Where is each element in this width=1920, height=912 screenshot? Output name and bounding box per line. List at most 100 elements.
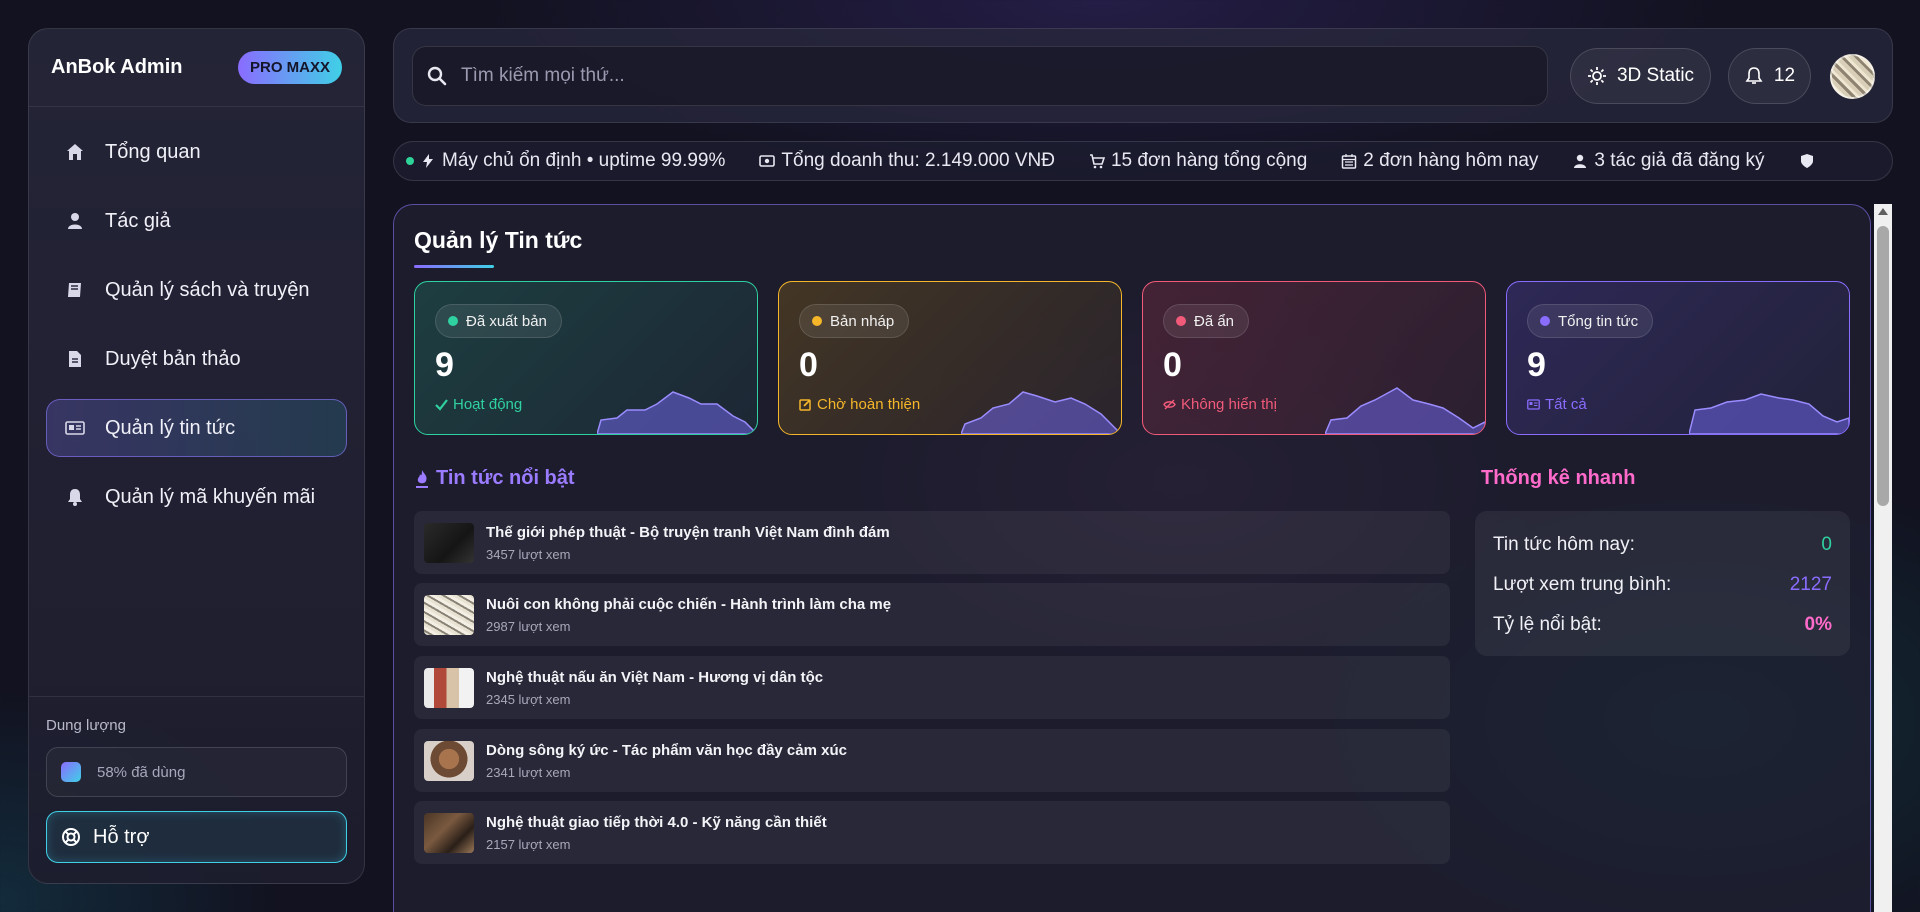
ticker-item: Tổng doanh thu: 2.149.000 VNĐ — [759, 150, 1055, 172]
ticker-item — [1799, 153, 1821, 169]
stat-label: Tổng tin tức — [1558, 312, 1639, 330]
ticker-item: Máy chủ ổn định • uptime 99.99% — [420, 150, 725, 172]
sidebar-item-label: Tổng quan — [105, 140, 201, 163]
stat-status-text: Không hiển thị — [1181, 396, 1277, 413]
avatar[interactable] — [1830, 54, 1875, 99]
sparkline — [1325, 387, 1485, 434]
stat-status: Chờ hoàn thiện — [799, 396, 920, 413]
quick-stats-box: Tin tức hôm nay: 0 Lượt xem trung bình: … — [1475, 511, 1850, 656]
user-icon — [68, 213, 82, 229]
news-text: Thế giới phép thuật - Bộ truyện tranh Vi… — [486, 524, 890, 562]
stat-status: Không hiển thị — [1163, 396, 1277, 413]
news-item[interactable]: Nuôi con không phải cuộc chiến - Hành tr… — [414, 583, 1450, 646]
eye-slash-icon — [1163, 399, 1176, 410]
search-icon — [427, 66, 447, 86]
stat-row: Tỷ lệ nổi bật: 0% — [1493, 605, 1832, 645]
news-text: Nghệ thuật nấu ăn Việt Nam - Hương vị dâ… — [486, 669, 823, 707]
cart-icon — [1089, 154, 1105, 169]
status-dot — [1540, 316, 1550, 326]
stat-row-label: Tin tức hôm nay: — [1493, 534, 1635, 555]
news-views: 2341 lượt xem — [486, 764, 571, 780]
mode-toggle-button[interactable]: 3D Static — [1570, 48, 1711, 104]
status-dot — [1176, 316, 1186, 326]
news-management-panel: Quản lý Tin tức Đã xuất bản 9 Hoạt động … — [393, 204, 1871, 912]
sidebar-item-label: Tác giả — [105, 209, 171, 232]
featured-news-title: Tin tức nổi bật — [436, 467, 575, 489]
support-button[interactable]: Hỗ trợ — [46, 811, 347, 863]
stat-status-text: Hoạt động — [453, 396, 523, 413]
sidebar-item-books[interactable]: Quản lý sách và truyện — [46, 261, 347, 319]
stat-status: Tất cả — [1527, 396, 1587, 413]
ticker-text: Máy chủ ổn định • uptime 99.99% — [442, 150, 726, 171]
plan-badge: PRO MAXX — [237, 51, 342, 84]
home-icon — [67, 144, 83, 160]
sparkline — [961, 391, 1121, 434]
stat-status: Hoạt động — [435, 396, 522, 413]
stat-card-hidden[interactable]: Đã ẩn 0 Không hiển thị — [1142, 281, 1486, 435]
notification-count: 12 — [1773, 65, 1796, 86]
stat-pill: Bản nháp — [799, 304, 910, 338]
stat-card-published[interactable]: Đã xuất bản 9 Hoạt động — [414, 281, 758, 435]
sidebar-item-label: Quản lý tin tức — [105, 416, 236, 439]
stat-row-label: Tỷ lệ nổi bật: — [1493, 614, 1602, 635]
mode-label: 3D Static — [1616, 65, 1695, 86]
news-item[interactable]: Nghệ thuật nấu ăn Việt Nam - Hương vị dâ… — [414, 656, 1450, 719]
stat-value: 0 — [1163, 346, 1182, 384]
stat-pill: Đã xuất bản — [435, 304, 562, 338]
sidebar: AnBok Admin PRO MAXX Tổng quan Tác giả Q… — [28, 28, 365, 884]
page-title: Quản lý Tin tức — [414, 227, 583, 253]
stat-row: Lượt xem trung bình: 2127 — [1493, 565, 1832, 605]
storage-label: Dung lượng — [46, 717, 126, 734]
news-text: Nuôi con không phải cuộc chiến - Hành tr… — [486, 596, 891, 634]
news-thumbnail — [424, 594, 474, 635]
stat-card-total[interactable]: Tổng tin tức 9 Tất cả — [1506, 281, 1850, 435]
news-views: 2157 lượt xem — [486, 836, 571, 852]
stat-value: 9 — [1527, 346, 1546, 384]
scrollbar[interactable] — [1874, 204, 1892, 912]
support-label: Hỗ trợ — [93, 825, 150, 848]
news-text: Nghệ thuật giao tiếp thời 4.0 - Kỹ năng … — [486, 814, 827, 852]
stat-label: Bản nháp — [830, 312, 895, 330]
ticker-item: 15 đơn hàng tổng cộng — [1089, 150, 1307, 172]
file-icon — [69, 351, 81, 367]
sidebar-item-manuscripts[interactable]: Duyệt bản thảo — [46, 330, 347, 388]
ticker-item: 3 tác giả đã đăng ký — [1572, 150, 1765, 172]
storage-indicator — [61, 762, 81, 782]
stat-label: Đã ẩn — [1194, 312, 1235, 330]
news-item[interactable]: Thế giới phép thuật - Bộ truyện tranh Vi… — [414, 511, 1450, 574]
news-thumbnail — [424, 522, 474, 563]
sidebar-item-label: Quản lý sách và truyện — [105, 278, 310, 301]
stat-row-label: Lượt xem trung bình: — [1493, 574, 1672, 595]
money-icon — [759, 155, 776, 167]
stat-row-value: 0% — [1804, 614, 1832, 635]
check-icon — [435, 399, 448, 411]
sidebar-header: AnBok Admin PRO MAXX — [29, 29, 364, 107]
scrollbar-thumb[interactable] — [1877, 226, 1889, 506]
news-title: Dòng sông ký ức - Tác phẩm văn học đầy c… — [486, 741, 847, 759]
stat-card-drafts[interactable]: Bản nháp 0 Chờ hoàn thiện — [778, 281, 1122, 435]
lifebuoy-icon — [62, 828, 80, 846]
status-ticker: Máy chủ ổn định • uptime 99.99% Tổng doa… — [393, 141, 1893, 181]
sidebar-item-authors[interactable]: Tác giả — [46, 192, 347, 250]
search-input[interactable] — [461, 65, 1533, 87]
notifications-button[interactable]: 12 — [1728, 48, 1811, 104]
news-text: Dòng sông ký ức - Tác phẩm văn học đầy c… — [486, 742, 847, 780]
ticker-text: Tổng doanh thu: 2.149.000 VNĐ — [781, 150, 1055, 171]
search-box[interactable] — [412, 46, 1548, 106]
news-views: 2987 lượt xem — [486, 618, 571, 634]
stat-pill: Đã ẩn — [1163, 304, 1250, 338]
news-title: Nghệ thuật nấu ăn Việt Nam - Hương vị dâ… — [486, 668, 824, 686]
brand-name: AnBok Admin — [51, 56, 183, 78]
stat-label: Đã xuất bản — [466, 312, 547, 330]
stat-row-value: 0 — [1821, 534, 1832, 555]
scroll-up-arrow-icon[interactable] — [1878, 208, 1888, 215]
ticker-text: 3 tác giả đã đăng ký — [1594, 150, 1765, 171]
sidebar-item-overview[interactable]: Tổng quan — [46, 123, 347, 181]
news-item[interactable]: Nghệ thuật giao tiếp thời 4.0 - Kỹ năng … — [414, 801, 1450, 864]
news-item[interactable]: Dòng sông ký ức - Tác phẩm văn học đầy c… — [414, 729, 1450, 792]
sidebar-item-promotions[interactable]: Quản lý mã khuyến mãi — [46, 468, 347, 526]
stat-pill: Tổng tin tức — [1527, 304, 1654, 338]
sidebar-item-news[interactable]: Quản lý tin tức — [46, 399, 347, 457]
news-views: 2345 lượt xem — [486, 691, 571, 707]
ticker-text: 15 đơn hàng tổng cộng — [1110, 150, 1308, 171]
